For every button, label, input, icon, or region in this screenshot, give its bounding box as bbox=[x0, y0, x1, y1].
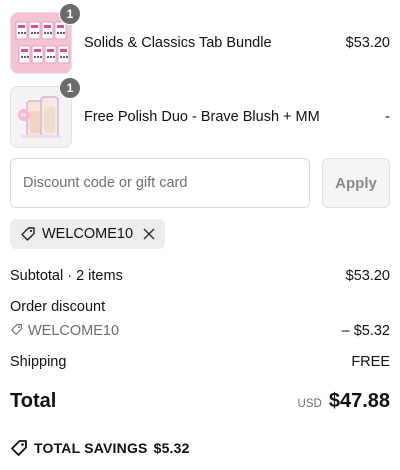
line-item-name: Free Polish Duo - Brave Blush + MM bbox=[84, 109, 320, 125]
total-label: Total bbox=[10, 390, 57, 412]
product-thumbnail-wrapper: 99 1 bbox=[10, 77, 81, 148]
svg-text:99: 99 bbox=[20, 113, 26, 119]
order-discount-value: – $5.32 bbox=[341, 323, 390, 339]
line-item-price: $53.20 bbox=[345, 35, 390, 51]
savings-amount: $5.32 bbox=[153, 440, 190, 456]
line-item: 99 1 Free Polish Duo - Brave Blush + MM … bbox=[10, 77, 390, 148]
order-discount-code: WELCOME10 bbox=[10, 323, 119, 339]
line-item-name: Solids & Classics Tab Bundle bbox=[84, 35, 272, 51]
savings-label: TOTAL SAVINGS bbox=[34, 440, 148, 456]
total-price: USD $47.88 bbox=[298, 390, 390, 413]
shipping-row: Shipping FREE bbox=[10, 354, 390, 370]
order-discount-label: Order discount bbox=[10, 299, 106, 315]
discount-code-input[interactable] bbox=[10, 158, 310, 208]
quantity-badge: 1 bbox=[59, 3, 81, 25]
product-thumbnail-wrapper: 1 bbox=[10, 3, 81, 74]
tag-icon bbox=[11, 324, 22, 335]
currency-code: USD bbox=[297, 398, 322, 410]
subtotal-row: Subtotal · 2 items $53.20 bbox=[10, 268, 390, 284]
order-discount-detail-row: WELCOME10 – $5.32 bbox=[10, 323, 390, 339]
tag-icon bbox=[21, 227, 35, 241]
apply-button[interactable]: Apply bbox=[322, 158, 390, 208]
discount-form: Apply bbox=[10, 158, 390, 208]
total-row: Total USD $47.88 bbox=[10, 390, 390, 413]
shipping-value: FREE bbox=[351, 354, 390, 370]
total-savings: TOTAL SAVINGS $5.32 bbox=[10, 439, 190, 457]
order-discount-code-text: WELCOME10 bbox=[28, 323, 120, 339]
shipping-label: Shipping bbox=[10, 354, 67, 370]
total-amount: $47.88 bbox=[328, 390, 390, 412]
subtotal-value: $53.20 bbox=[345, 268, 390, 284]
applied-discount-code: WELCOME10 bbox=[42, 226, 134, 242]
savings-tag-icon bbox=[11, 440, 27, 456]
remove-discount-icon[interactable] bbox=[143, 228, 155, 240]
order-discount-row: Order discount bbox=[10, 299, 390, 315]
subtotal-label: Subtotal · 2 items bbox=[10, 268, 123, 284]
line-item-price: - bbox=[385, 109, 390, 125]
line-item: 1 Solids & Classics Tab Bundle $53.20 bbox=[10, 3, 390, 74]
applied-discount-chip: WELCOME10 bbox=[10, 219, 166, 249]
quantity-badge: 1 bbox=[59, 77, 81, 99]
